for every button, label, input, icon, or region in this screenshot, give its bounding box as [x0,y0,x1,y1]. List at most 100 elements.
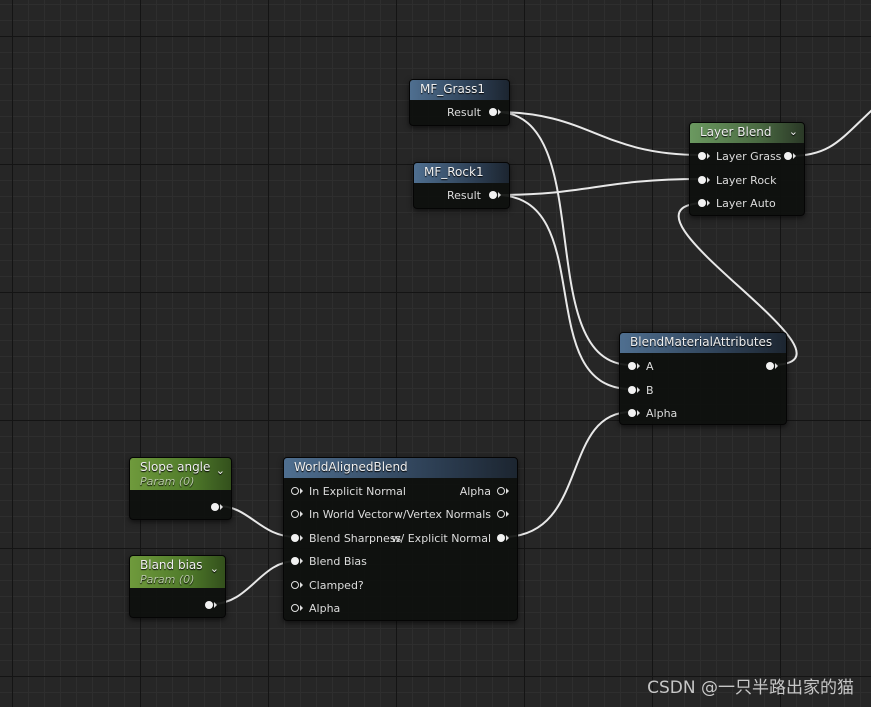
output-pin[interactable] [489,191,497,199]
input-pin-row[interactable]: In World Vector [291,506,393,522]
input-pin[interactable] [698,199,706,207]
pin-label: Result [447,188,481,202]
pin-label: B [646,383,654,397]
node-header[interactable]: Layer Blend ⌄ [690,123,804,143]
node-bland-bias-param[interactable]: Bland bias Param (0) ⌄ [129,555,226,618]
output-pin-row[interactable] [784,148,796,164]
pin-label: A [646,359,654,373]
node-title: MF_Grass1 [420,82,485,96]
pin-arrow-icon [214,602,217,608]
input-pin-row[interactable]: Layer Auto [698,195,776,211]
output-pin-row[interactable]: Alpha [460,483,509,499]
chevron-down-icon[interactable]: ⌄ [789,125,798,138]
watermark: CSDN @一只半路出家的猫 [647,678,854,698]
node-title: MF_Rock1 [424,165,484,179]
node-title: WorldAlignedBlend [294,460,408,474]
node-header[interactable]: MF_Rock1 [414,163,509,183]
node-mf-grass1[interactable]: MF_Grass1 Result [409,79,510,126]
input-pin-row[interactable]: Layer Grass [698,148,781,164]
pin-label: Result [447,105,481,119]
wire-grass-to-blend-a [495,111,632,366]
node-header[interactable]: Bland bias Param (0) ⌄ [130,556,225,588]
pin-arrow-icon [637,363,640,369]
pin-label: Alpha [646,406,678,420]
output-pin[interactable] [784,152,792,160]
wire-rock-to-layer-rock [495,178,702,196]
input-pin[interactable] [291,581,299,589]
pin-arrow-icon [220,504,223,510]
node-blend-material-attributes[interactable]: BlendMaterialAttributes A B Alpha [619,332,787,425]
pin-arrow-icon [506,511,509,517]
input-pin-row[interactable]: Blend Bias [291,553,367,569]
input-pin[interactable] [291,534,299,542]
pin-label: In World Vector [309,507,393,521]
node-mf-rock1[interactable]: MF_Rock1 Result [413,162,510,209]
pin-label: Layer Auto [716,196,776,210]
pin-arrow-icon [793,153,796,159]
wire-explicit-normal-to-alpha [502,411,632,538]
input-pin-row[interactable]: Layer Rock [698,172,776,188]
chevron-down-icon[interactable]: ⌄ [210,562,219,575]
input-pin[interactable] [291,557,299,565]
input-pin[interactable] [291,487,299,495]
output-pin-row[interactable]: w/Vertex Normals [394,506,509,522]
output-pin-row[interactable] [766,358,778,374]
pin-arrow-icon [506,535,509,541]
output-pin-row[interactable] [211,499,223,515]
input-pin-row[interactable]: Clamped? [291,577,364,593]
node-title: BlendMaterialAttributes [630,335,773,349]
input-pin[interactable] [628,362,636,370]
output-pin-row[interactable] [205,597,217,613]
input-pin-row[interactable]: Alpha [628,405,677,421]
output-pin-row[interactable]: Result [447,104,501,120]
input-pin-row[interactable]: A [628,358,654,374]
pin-arrow-icon [300,488,303,494]
output-pin[interactable] [205,601,213,609]
node-header[interactable]: MF_Grass1 [410,80,509,100]
node-slope-angle-param[interactable]: Slope angle Param (0) ⌄ [129,457,232,520]
pin-arrow-icon [300,605,303,611]
output-pin-row[interactable]: w/ Explicit Normal [392,530,509,546]
input-pin[interactable] [628,386,636,394]
node-header[interactable]: BlendMaterialAttributes [620,333,786,353]
pin-arrow-icon [300,511,303,517]
node-header[interactable]: Slope angle Param (0) ⌄ [130,458,231,490]
input-pin-row[interactable]: B [628,382,654,398]
pin-arrow-icon [637,387,640,393]
pin-arrow-icon [775,363,778,369]
output-pin-row[interactable]: Result [447,187,501,203]
input-pin[interactable] [291,510,299,518]
pin-label: Blend Sharpness [309,531,402,545]
output-pin[interactable] [211,503,219,511]
pin-label: w/Vertex Normals [393,507,491,521]
pin-label: w/ Explicit Normal [391,531,491,545]
output-pin[interactable] [497,534,505,542]
node-header[interactable]: WorldAlignedBlend [284,458,517,478]
wire-rock-to-blend-b [495,194,632,390]
input-pin[interactable] [628,409,636,417]
node-title: Slope angle [140,460,211,474]
wire-grass-to-layer-grass [495,111,702,156]
node-world-aligned-blend[interactable]: WorldAlignedBlend In Explicit Normal In … [283,457,518,621]
output-pin[interactable] [489,108,497,116]
output-pin[interactable] [766,362,774,370]
input-pin-row[interactable]: Alpha [291,600,340,616]
node-layer-blend[interactable]: Layer Blend ⌄ Layer Grass Layer Rock Lay… [689,122,805,216]
output-pin[interactable] [497,510,505,518]
chevron-down-icon[interactable]: ⌄ [216,464,225,477]
pin-arrow-icon [300,535,303,541]
input-pin[interactable] [291,604,299,612]
pin-label: Layer Grass [716,149,782,163]
pin-label: Layer Rock [716,173,777,187]
output-pin[interactable] [497,487,505,495]
input-pin-row[interactable]: In Explicit Normal [291,483,406,499]
pin-label: Clamped? [309,578,364,592]
node-title: Bland bias [140,558,203,572]
input-pin[interactable] [698,176,706,184]
pin-arrow-icon [498,192,501,198]
node-title: Layer Blend [700,125,772,139]
pin-arrow-icon [707,200,710,206]
input-pin[interactable] [698,152,706,160]
input-pin-row[interactable]: Blend Sharpness [291,530,401,546]
pin-label: Blend Bias [309,554,367,568]
